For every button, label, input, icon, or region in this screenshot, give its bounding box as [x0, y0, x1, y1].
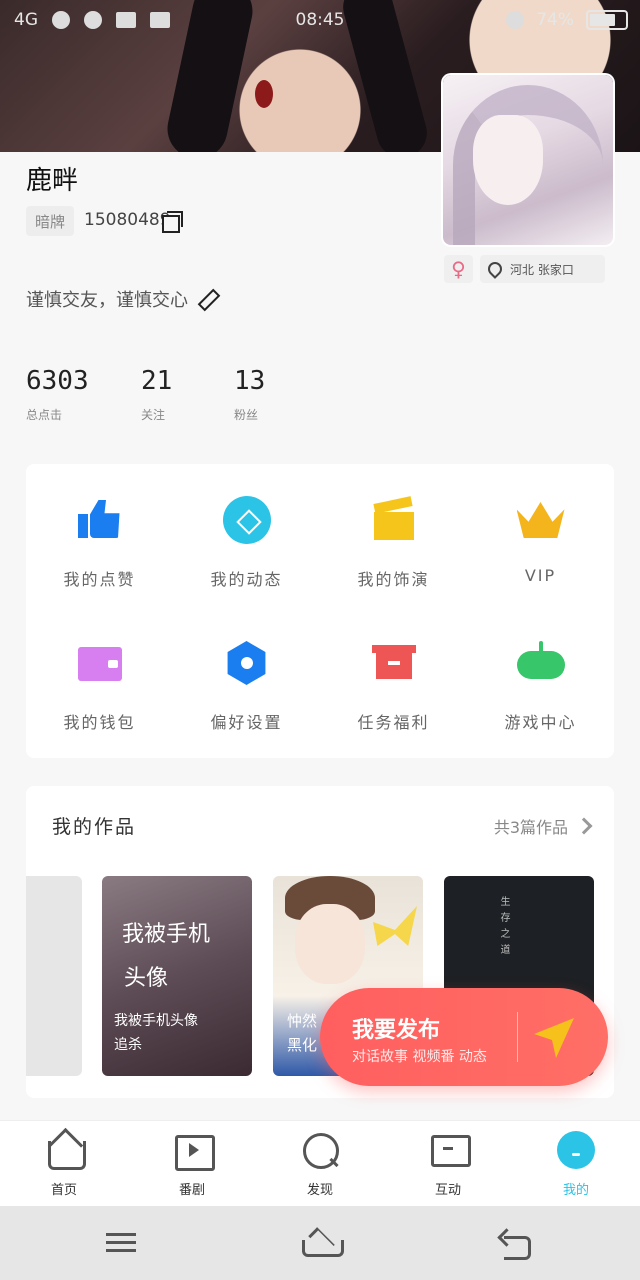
profile-name: 鹿畔 — [26, 166, 79, 196]
copy-icon[interactable] — [162, 211, 183, 233]
edit-pen-icon[interactable] — [198, 289, 218, 309]
works-count-link[interactable]: 共3篇作品 — [493, 814, 593, 838]
chevron-right-icon — [575, 817, 593, 835]
works-title: 我的作品 — [52, 816, 137, 838]
grid-item-wallet[interactable]: 我的钱包 — [26, 607, 173, 754]
stat-value: 13 — [234, 366, 266, 396]
battery-icon — [586, 10, 628, 30]
grid-item-preferences[interactable]: 偏好设置 — [173, 607, 320, 754]
works-count-text: 共3篇作品 — [493, 818, 568, 837]
play-screen-icon — [173, 1131, 215, 1171]
tab-label: 发现 — [306, 1183, 333, 1198]
cover-text: 我被手机头像 — [114, 1013, 198, 1029]
location-pin-icon — [485, 259, 505, 279]
grid-item-my-moments[interactable]: 我的动态 — [173, 464, 320, 611]
stat-value: 6303 — [26, 366, 89, 396]
wallet-icon — [76, 639, 124, 687]
gift-box-icon — [370, 639, 418, 687]
tab-interact[interactable]: 互动 — [384, 1121, 512, 1206]
system-navigation-bar — [0, 1206, 640, 1280]
work-cover-placeholder — [26, 876, 82, 1076]
tab-discover[interactable]: 发现 — [256, 1121, 384, 1206]
status-bar: 4G 08:45 74% — [0, 0, 640, 40]
tab-label: 我的 — [562, 1183, 589, 1198]
cover-text: 忡然 — [287, 1012, 318, 1030]
grid-item-label: 偏好设置 — [210, 713, 283, 732]
thumbs-up-icon — [76, 496, 124, 544]
profile-icon — [557, 1131, 595, 1169]
back-icon[interactable] — [498, 1228, 538, 1260]
cover-text: 我被手机 — [122, 922, 211, 947]
tab-mine[interactable]: 我的 — [512, 1121, 640, 1206]
publish-title: 我要发布 — [352, 1018, 441, 1043]
stat-label: 关注 — [141, 408, 166, 422]
bottom-tab-bar: 首页 番剧 发现 互动 我的 — [0, 1120, 640, 1206]
stat-total-clicks[interactable]: 6303 总点击 — [26, 366, 89, 423]
grid-item-label: VIP — [524, 566, 557, 585]
location-badge: 河北 张家口 — [480, 255, 605, 283]
grid-item-vip[interactable]: VIP — [467, 464, 614, 611]
publish-button[interactable]: 我要发布 对话故事 视频番 动态 — [320, 988, 608, 1086]
grid-item-label: 任务福利 — [357, 713, 430, 732]
stat-followers[interactable]: 13 粉丝 — [234, 366, 265, 423]
grid-item-task-rewards[interactable]: 任务福利 — [320, 607, 467, 754]
tab-label: 番剧 — [178, 1183, 205, 1198]
search-discover-icon — [301, 1131, 339, 1169]
stat-label: 粉丝 — [234, 408, 259, 422]
grid-item-label: 我的饰演 — [357, 570, 430, 589]
cover-text: 头像 — [124, 966, 169, 991]
grid-item-my-likes[interactable]: 我的点赞 — [26, 464, 173, 611]
paper-plane-icon — [534, 1018, 574, 1058]
compass-icon — [222, 496, 271, 544]
battery-percent: 74% — [536, 10, 574, 30]
grid-item-label: 我的动态 — [210, 570, 283, 589]
home-button-icon[interactable] — [300, 1228, 344, 1258]
menu-icon[interactable] — [106, 1228, 146, 1258]
avatar[interactable] — [443, 75, 613, 245]
user-tag-badge: 暗牌 — [26, 206, 74, 236]
cover-text: 生存之道 — [498, 896, 509, 960]
tab-label: 首页 — [50, 1183, 77, 1198]
publish-subtitle: 对话故事 视频番 动态 — [352, 1049, 487, 1065]
clapperboard-icon — [370, 496, 418, 544]
work-cover[interactable]: 我被手机 头像 我被手机头像 追杀 — [102, 876, 252, 1076]
bio-text: 谨慎交友，谨慎交心 — [26, 290, 188, 311]
stat-label: 总点击 — [26, 408, 63, 422]
grid-item-game-center[interactable]: 游戏中心 — [467, 607, 614, 754]
gamepad-icon — [516, 639, 565, 687]
home-icon — [45, 1131, 86, 1170]
grid-item-my-roles[interactable]: 我的饰演 — [320, 464, 467, 611]
grid-item-label: 我的钱包 — [63, 713, 136, 732]
hexagon-settings-icon — [223, 639, 271, 687]
cover-text: 黑化 — [287, 1036, 318, 1054]
tab-label: 互动 — [434, 1183, 461, 1198]
gender-badge: ♀ — [444, 255, 473, 283]
tab-drama[interactable]: 番剧 — [128, 1121, 256, 1206]
stat-value: 21 — [141, 366, 173, 396]
profile-bio: 谨慎交友，谨慎交心 — [26, 286, 218, 312]
location-text: 河北 张家口 — [510, 262, 574, 277]
publish-divider — [517, 1012, 518, 1062]
cover-text: 追杀 — [114, 1037, 142, 1053]
user-id: 15080489 — [84, 210, 171, 230]
feature-grid-card: 我的点赞 我的动态 我的饰演 VIP 我的钱包 偏好设置 任务福利 游戏中心 — [26, 464, 614, 758]
grid-item-label: 我的点赞 — [63, 570, 136, 589]
crown-icon — [517, 496, 565, 544]
stat-following[interactable]: 21 关注 — [141, 366, 172, 423]
alarm-icon — [506, 11, 525, 29]
grid-item-label: 游戏中心 — [504, 713, 577, 732]
tab-home[interactable]: 首页 — [0, 1121, 128, 1206]
message-icon — [429, 1131, 471, 1169]
